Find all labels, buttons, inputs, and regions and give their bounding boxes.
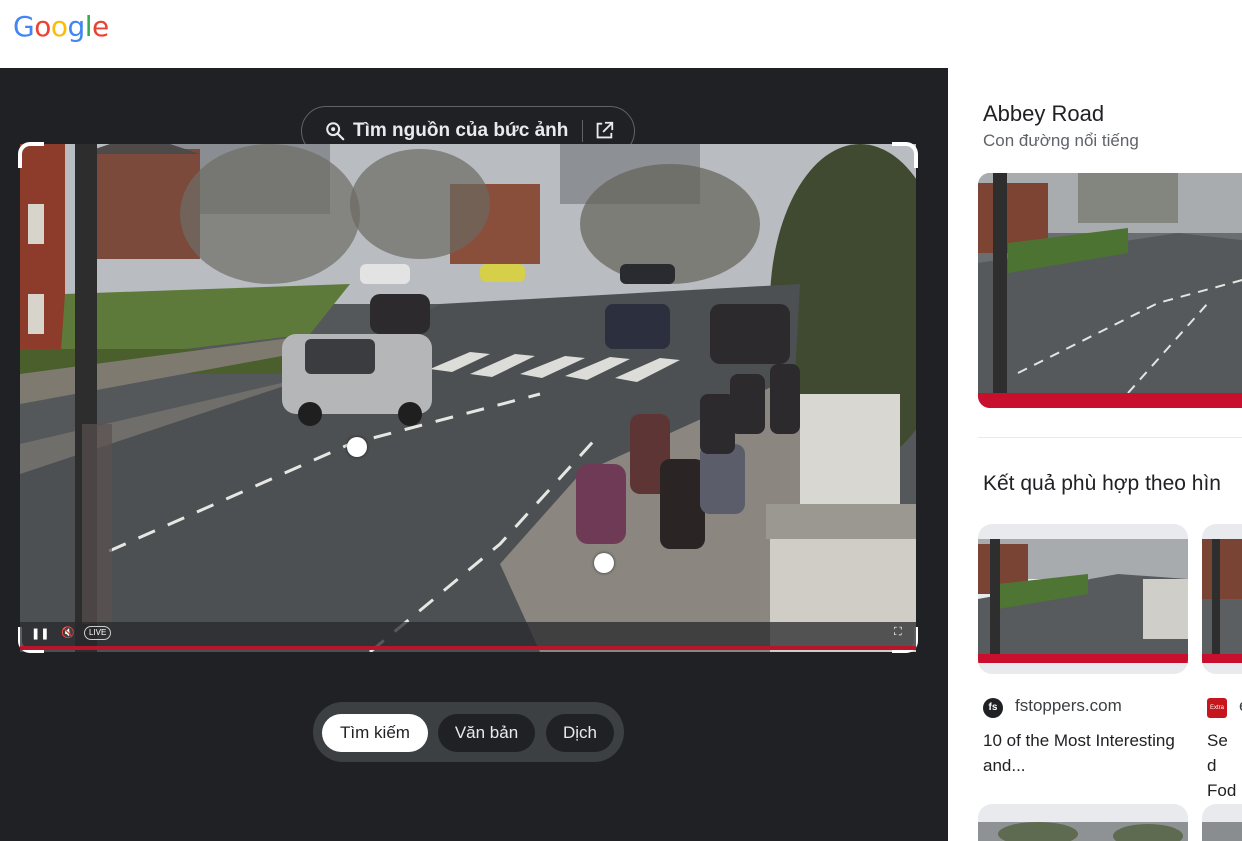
logo-letter: e (92, 10, 109, 43)
visual-match-thumbnail (1202, 539, 1242, 663)
visual-match-source[interactable]: fstoppers.com (1015, 696, 1122, 716)
divider (582, 120, 583, 142)
logo-letter: g (67, 10, 85, 43)
object-selection-dot[interactable] (347, 437, 367, 457)
fstoppers-favicon-icon: fs (983, 698, 1003, 718)
visual-match-title[interactable]: 10 of the Most Interesting and... (983, 728, 1183, 778)
fullscreen-icon[interactable]: ⛶ (894, 626, 902, 639)
query-image[interactable] (20, 144, 916, 652)
visual-match-title[interactable]: Se d Fodg (1207, 728, 1237, 803)
find-image-source-label: Tìm nguồn của bức ảnh (353, 120, 569, 141)
logo-letter: o (34, 10, 51, 43)
visual-matches-heading: Kết quả phù hợp theo hìn (983, 472, 1221, 495)
lens-search-icon (326, 122, 345, 141)
google-logo[interactable]: Google (13, 10, 109, 43)
live-badge: LIVE (84, 626, 112, 640)
mute-icon[interactable]: 🔇 (61, 626, 75, 639)
logo-letter: l (84, 10, 93, 43)
visual-match-card[interactable] (1202, 524, 1242, 674)
header: Google (0, 0, 1242, 68)
logo-letter: G (13, 10, 35, 43)
lens-mode-switcher: Tìm kiếm Văn bản Dịch (313, 702, 624, 762)
knowledge-panel-subtitle: Con đường nổi tiếng (983, 131, 1139, 150)
visual-match-card[interactable] (978, 524, 1188, 674)
crop-handle-top-left[interactable] (18, 142, 44, 168)
visual-match-thumbnail (978, 539, 1188, 663)
logo-letter: o (50, 10, 68, 43)
video-player-controls (20, 622, 916, 648)
tab-translate[interactable]: Dịch (546, 714, 614, 752)
tab-text[interactable]: Văn bản (438, 714, 535, 752)
pause-icon[interactable]: ❚❚ (31, 627, 49, 640)
visual-match-card[interactable] (978, 804, 1188, 841)
open-in-new-icon[interactable] (593, 120, 615, 142)
object-selection-dot[interactable] (594, 553, 614, 573)
visual-match-card[interactable] (1202, 804, 1242, 841)
video-progress-bar (20, 646, 916, 650)
crop-handle-top-right[interactable] (892, 142, 918, 168)
knowledge-panel-title[interactable]: Abbey Road (983, 101, 1104, 127)
results-panel: Abbey Road Con đường nổi tiếng Kết quả p… (948, 68, 1242, 841)
knowledge-panel-image[interactable] (978, 173, 1242, 408)
tab-search[interactable]: Tìm kiếm (322, 714, 428, 752)
source-favicon-icon: Extra (1207, 698, 1227, 718)
section-divider (978, 437, 1242, 438)
